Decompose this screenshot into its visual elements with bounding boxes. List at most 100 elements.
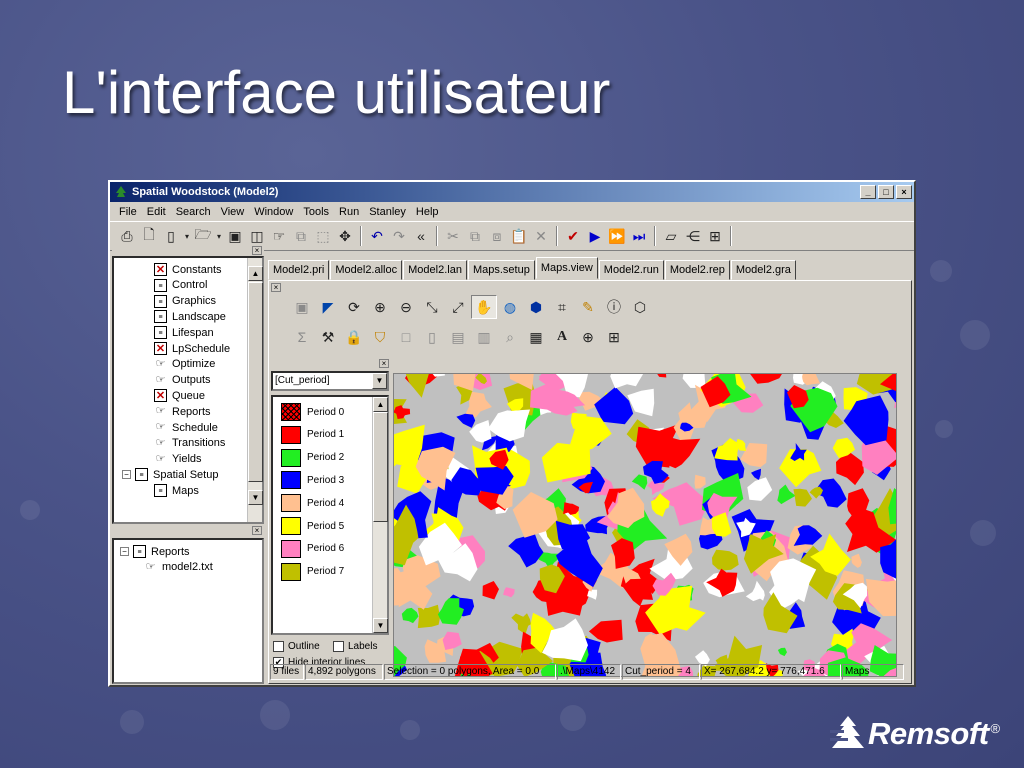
print-icon[interactable]: ⎙ bbox=[116, 225, 138, 247]
close-pane-icon[interactable]: × bbox=[379, 359, 389, 368]
labels-checkbox-box[interactable] bbox=[333, 641, 344, 652]
close-pane-icon[interactable]: × bbox=[271, 283, 281, 292]
zoom-window-icon[interactable]: ⬚ bbox=[312, 225, 334, 247]
tree-item[interactable]: ☞ Reports bbox=[154, 404, 211, 419]
paint-icon[interactable]: ✎ bbox=[575, 295, 601, 319]
map-polygon[interactable] bbox=[417, 604, 441, 629]
scroll-down-icon[interactable]: ▼ bbox=[373, 618, 388, 633]
tree-item[interactable]: ≡ Landscape bbox=[154, 309, 226, 324]
tree-item[interactable]: ✕ LpSchedule bbox=[154, 341, 230, 356]
tab-model2-run[interactable]: Model2.run bbox=[598, 260, 664, 280]
map-polygon[interactable] bbox=[895, 553, 897, 572]
pan-hand-icon[interactable]: ✋ bbox=[471, 295, 497, 319]
network-icon[interactable]: ⋲ bbox=[682, 225, 704, 247]
legend-item[interactable]: Period 0 bbox=[281, 403, 344, 421]
text-icon[interactable]: A bbox=[549, 325, 575, 349]
zoom-in-icon[interactable]: ⊕ bbox=[367, 295, 393, 319]
maximize-button[interactable]: □ bbox=[878, 185, 894, 199]
tab-model2-rep[interactable]: Model2.rep bbox=[664, 260, 730, 280]
table-icon[interactable]: ▦ bbox=[523, 325, 549, 349]
paste-icon[interactable]: 📋 bbox=[508, 225, 530, 247]
legend-item[interactable]: Period 6 bbox=[281, 539, 344, 558]
full-extent-icon[interactable]: ⤢ bbox=[445, 295, 471, 319]
redo-icon[interactable]: ↷ bbox=[388, 225, 410, 247]
bar-chart-icon[interactable]: ▥ bbox=[471, 325, 497, 349]
tab-maps-setup[interactable]: Maps.setup bbox=[467, 260, 535, 280]
menu-stanley[interactable]: Stanley bbox=[364, 206, 411, 218]
close-pane-icon[interactable]: × bbox=[252, 526, 262, 535]
title-bar[interactable]: Spatial Woodstock (Model2) _ □ × bbox=[110, 182, 914, 202]
check-icon[interactable]: ✔ bbox=[562, 225, 584, 247]
minimize-button[interactable]: _ bbox=[860, 185, 876, 199]
tree-item[interactable]: ☞ Outputs bbox=[154, 373, 211, 388]
tab-model2-lan[interactable]: Model2.lan bbox=[403, 260, 467, 280]
tree-item[interactable]: ✕ Constants bbox=[154, 262, 222, 277]
legend-item[interactable]: Period 1 bbox=[281, 425, 344, 444]
link-icon[interactable]: ☞ bbox=[268, 225, 290, 247]
globe-icon[interactable]: ◍ bbox=[497, 295, 523, 319]
map-canvas[interactable] bbox=[393, 373, 897, 677]
legend-item[interactable]: Period 7 bbox=[281, 562, 344, 581]
tree-item[interactable]: − ≡ Spatial Setup bbox=[122, 467, 218, 482]
save-map-icon[interactable]: ▣ bbox=[289, 295, 315, 319]
run-fast-icon[interactable]: ⏩ bbox=[606, 225, 628, 247]
tree-item[interactable]: ≡ Graphics bbox=[154, 294, 216, 309]
tab-maps-view[interactable]: Maps.view bbox=[535, 257, 598, 279]
run-all-icon[interactable]: ⏭ bbox=[628, 225, 650, 247]
collapse-icon[interactable]: − bbox=[122, 470, 131, 480]
open-folder-icon[interactable]: 🗁 bbox=[192, 225, 214, 247]
tree-item[interactable]: ≡ Maps bbox=[154, 483, 199, 498]
undo-icon[interactable]: ↶ bbox=[366, 225, 388, 247]
chevron-down-icon[interactable]: ▼ bbox=[372, 373, 387, 389]
window-icon[interactable]: ⧉ bbox=[290, 225, 312, 247]
layers-icon[interactable]: ▱ bbox=[660, 225, 682, 247]
legend-scrollbar[interactable]: ▲ ▼ bbox=[372, 397, 388, 633]
scroll-thumb[interactable] bbox=[248, 282, 263, 482]
shield-icon[interactable]: ⬢ bbox=[523, 295, 549, 319]
export-icon[interactable]: ⊞ bbox=[601, 325, 627, 349]
close-button[interactable]: × bbox=[896, 185, 912, 199]
report-icon[interactable]: ⊞ bbox=[704, 225, 726, 247]
menu-view[interactable]: View bbox=[216, 206, 250, 218]
move-icon[interactable]: ✥ bbox=[334, 225, 356, 247]
zoom-out-icon[interactable]: ⊖ bbox=[393, 295, 419, 319]
run-icon[interactable]: ▶ bbox=[584, 225, 606, 247]
menu-help[interactable]: Help bbox=[411, 206, 444, 218]
outline-checkbox[interactable]: Outline bbox=[273, 641, 320, 652]
crosshair-icon[interactable]: ⊕ bbox=[575, 325, 601, 349]
outline-checkbox-box[interactable] bbox=[273, 641, 284, 652]
copy-icon[interactable]: ⧉ bbox=[464, 225, 486, 247]
theme-combo[interactable]: [Cut_period] ▼ bbox=[271, 371, 389, 391]
map-polygons[interactable] bbox=[394, 374, 897, 677]
chart-icon[interactable]: ▤ bbox=[445, 325, 471, 349]
legend-item[interactable]: Period 2 bbox=[281, 448, 344, 467]
tab-model2-gra[interactable]: Model2.gra bbox=[730, 260, 796, 280]
tab-model2-alloc[interactable]: Model2.alloc bbox=[330, 260, 403, 280]
scroll-up-icon[interactable]: ▲ bbox=[373, 397, 388, 412]
back-icon[interactable]: « bbox=[410, 225, 432, 247]
tree-item[interactable]: ≡ Control bbox=[154, 278, 207, 293]
delete-icon[interactable]: ✕ bbox=[530, 225, 552, 247]
tab-model2-pri[interactable]: Model2.pri bbox=[268, 260, 330, 280]
scroll-thumb[interactable] bbox=[373, 412, 388, 522]
tree-item[interactable]: ☞ Yields bbox=[154, 452, 202, 467]
legend-item[interactable]: Period 5 bbox=[281, 517, 344, 535]
tree-item[interactable]: ☞ Transitions bbox=[154, 436, 226, 451]
info-icon[interactable]: ⓘ bbox=[601, 295, 627, 319]
select-icon[interactable]: ◤ bbox=[315, 295, 341, 319]
new-file-icon[interactable]: 🗋 bbox=[138, 225, 160, 247]
legend-item[interactable]: Period 3 bbox=[281, 471, 344, 490]
query-icon[interactable]: ⌕ bbox=[497, 325, 523, 349]
tree-item[interactable]: ✕ Queue bbox=[154, 388, 205, 403]
menu-window[interactable]: Window bbox=[249, 206, 298, 218]
refresh-icon[interactable]: ⟳ bbox=[341, 295, 367, 319]
menu-tools[interactable]: Tools bbox=[298, 206, 334, 218]
sum-icon[interactable]: Σ bbox=[289, 325, 315, 349]
zoom-extent-icon[interactable]: ⤡ bbox=[419, 295, 445, 319]
menu-edit[interactable]: Edit bbox=[142, 206, 171, 218]
scroll-up-icon[interactable]: ▲ bbox=[248, 266, 263, 281]
tool-hammer-icon[interactable]: ⚒ bbox=[315, 325, 341, 349]
lock-icon[interactable]: 🔒 bbox=[341, 325, 367, 349]
tree-scrollbar[interactable]: ▲ ▼ bbox=[247, 258, 263, 522]
menu-search[interactable]: Search bbox=[171, 206, 216, 218]
